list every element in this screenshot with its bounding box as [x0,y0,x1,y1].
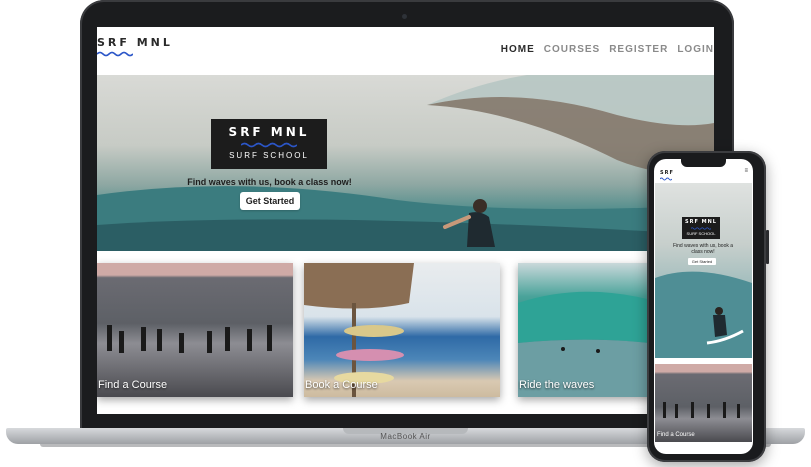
phone-badge-wave-icon [691,227,711,230]
badge-wave-icon [241,142,297,148]
nav-courses[interactable]: COURSES [544,44,600,55]
card-book-course[interactable]: Book a Course [304,263,500,397]
nav-home[interactable]: HOME [501,44,535,55]
hero-badge-title: SRF MNL [228,125,310,139]
phone-surfers-image [663,402,740,418]
phone-card-find-course[interactable]: Find a Course [655,364,752,442]
phone-hero: SRF MNL SURF SCHOOL Find waves with us, … [655,183,752,358]
logo-wave-icon [97,51,133,57]
phone-notch [681,159,726,167]
phone-brand-badge: SRF MNL SURF SCHOOL [682,217,720,239]
phone-hero-image [655,271,752,358]
phone-side-button [766,230,769,264]
get-started-button[interactable]: Get Started [240,192,300,210]
hero-badge-subtitle: SURF SCHOOL [229,151,309,160]
card-label: Book a Course [305,379,378,391]
laptop-camera [402,14,407,19]
laptop-screen: SRF MNL HOME COURSES REGISTER LOGIN SRF … [97,27,714,414]
phone-badge-subtitle: SURF SCHOOL [686,231,716,236]
hero-brand-badge: SRF MNL SURF SCHOOL [211,119,327,169]
beach-hut-image [304,263,414,397]
card-label: Ride the waves [519,379,595,391]
phone-site-logo[interactable]: SRF [660,170,674,176]
hero-wave-image [97,75,714,251]
hero-banner: SRF MNL SURF SCHOOL Find waves with us, … [97,75,714,251]
phone-badge-title: SRF MNL [685,219,717,225]
phone-logo-wave-icon [660,177,672,181]
phone-screen: SRF ≡ SRF MNL SURF SCHOOL Find waves wit… [654,159,753,454]
hamburger-icon[interactable]: ≡ [744,168,748,174]
surfers-silhouette-image [107,325,272,353]
main-nav: HOME COURSES REGISTER LOGIN [501,44,714,55]
phone-get-started-button[interactable]: Get Started [688,258,716,265]
hero-tagline: Find waves with us, book a class now! [187,177,352,187]
card-find-course[interactable]: Find a Course [97,263,293,397]
nav-register[interactable]: REGISTER [609,44,668,55]
nav-login[interactable]: LOGIN [677,44,714,55]
site-logo[interactable]: SRF MNL [97,36,173,49]
phone-tagline: Find waves with us, book a class now! [672,243,734,255]
phone-card-label: Find a Course [657,432,695,438]
card-label: Find a Course [98,379,168,391]
